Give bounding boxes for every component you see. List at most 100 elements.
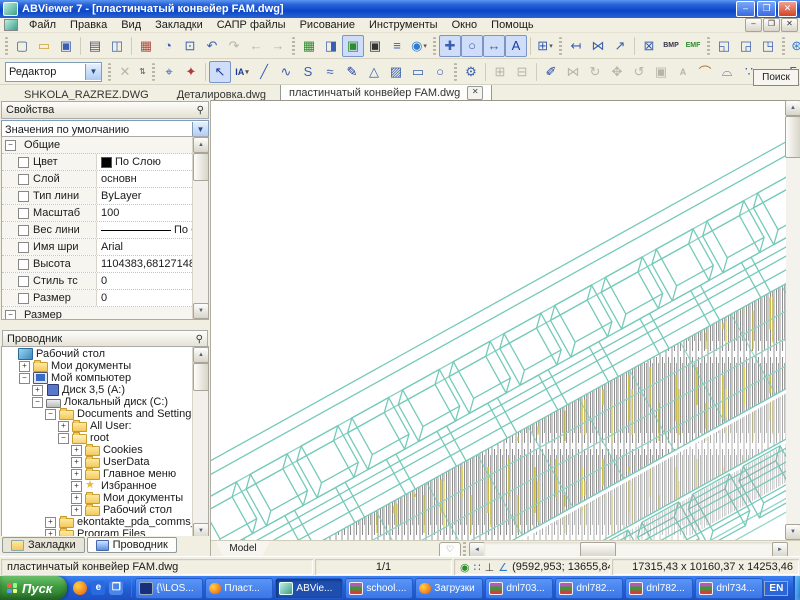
- tree-item[interactable]: − Локальный диск (C:): [2, 396, 192, 408]
- property-row[interactable]: Вес лини По Слою: [2, 222, 192, 239]
- open-file-button[interactable]: ▭: [33, 35, 55, 57]
- start-button[interactable]: Пуск: [0, 576, 67, 600]
- marker-tool-button[interactable]: ✎: [341, 61, 363, 83]
- firefox-icon[interactable]: [73, 581, 87, 595]
- tree-item[interactable]: + Диск 3,5 (A:): [2, 384, 192, 396]
- tree-expander[interactable]: +: [71, 493, 82, 504]
- tree-item[interactable]: + Мои документы: [2, 492, 192, 504]
- world-view-button[interactable]: ◉: [408, 35, 430, 57]
- task-button[interactable]: dnl782...: [555, 578, 623, 599]
- child-restore-button[interactable]: ❐: [763, 18, 780, 32]
- ellipse-tool-button[interactable]: ○: [429, 61, 451, 83]
- model-tab[interactable]: Model: [216, 541, 270, 556]
- property-row[interactable]: Цвет По Слою: [2, 154, 192, 171]
- view-color-button[interactable]: ◨: [320, 35, 342, 57]
- palette-button[interactable]: ▦: [135, 35, 157, 57]
- document-icon[interactable]: [4, 19, 18, 31]
- snap-target-button[interactable]: ⌖: [158, 61, 180, 83]
- section-expander[interactable]: [18, 208, 29, 219]
- section-expander[interactable]: [18, 242, 29, 253]
- line-tool-button[interactable]: ╱: [253, 61, 275, 83]
- tree-item[interactable]: + All User:: [2, 420, 192, 432]
- tree-item[interactable]: Рабочий стол: [2, 348, 192, 360]
- task-button[interactable]: dnl703...: [485, 578, 553, 599]
- scrollbar-thumb[interactable]: [193, 363, 209, 391]
- section-expander[interactable]: [18, 293, 29, 304]
- child-minimize-button[interactable]: –: [745, 18, 762, 32]
- menu-item[interactable]: Файл: [22, 18, 63, 32]
- property-value[interactable]: ByLayer: [97, 190, 192, 202]
- property-row[interactable]: −Общие: [2, 137, 192, 154]
- tree-item[interactable]: + Главное меню: [2, 468, 192, 480]
- tree-item[interactable]: + Мои документы: [2, 360, 192, 372]
- toolbar-handle[interactable]: [152, 63, 155, 81]
- dim-aligned-button[interactable]: ⋈: [587, 35, 609, 57]
- zoom-window-button[interactable]: ⊡: [179, 35, 201, 57]
- task-button[interactable]: Пласт...: [205, 578, 273, 599]
- export-bmp-button[interactable]: BMP: [660, 35, 682, 57]
- separator[interactable]: [131, 37, 132, 55]
- grid-icon[interactable]: ∷: [474, 561, 481, 574]
- separator[interactable]: [205, 63, 206, 81]
- property-value[interactable]: По Слою: [97, 224, 192, 236]
- task-button[interactable]: dnl734...: [695, 578, 763, 599]
- polyline-tool-button[interactable]: ∿: [275, 61, 297, 83]
- property-row[interactable]: −Размер: [2, 307, 192, 319]
- panel-tab[interactable]: Проводник: [87, 537, 177, 553]
- rect-tool-button[interactable]: ▭: [407, 61, 429, 83]
- property-row[interactable]: Высота 1104383,68127148: [2, 256, 192, 273]
- app-icon[interactable]: ❒: [109, 581, 123, 595]
- minimize-button[interactable]: –: [736, 1, 755, 17]
- tree-item[interactable]: + Cookies: [2, 444, 192, 456]
- separator[interactable]: [80, 37, 81, 55]
- tree-expander[interactable]: −: [19, 373, 30, 384]
- tree-expander[interactable]: +: [58, 421, 69, 432]
- mirror-button[interactable]: ⋈: [562, 61, 584, 83]
- search-panel-header[interactable]: Поиск: [753, 69, 799, 86]
- task-button[interactable]: Загрузки: [415, 578, 483, 599]
- separator[interactable]: [530, 37, 531, 55]
- tree-expander[interactable]: +: [71, 457, 82, 468]
- move-button[interactable]: ✥: [606, 61, 628, 83]
- polygon-tool-button[interactable]: △: [363, 61, 385, 83]
- tree-expander[interactable]: +: [71, 481, 82, 492]
- properties-scrollbar[interactable]: ▲ ▼: [192, 137, 208, 319]
- save-button[interactable]: ▣: [55, 35, 77, 57]
- toolbar-handle[interactable]: [108, 63, 111, 81]
- section-expander[interactable]: [18, 225, 29, 236]
- toolbar-handle[interactable]: [559, 37, 562, 55]
- rotate-button[interactable]: ↻: [584, 61, 606, 83]
- property-value[interactable]: По Слою: [97, 156, 192, 168]
- export-emf-button[interactable]: EMF: [682, 35, 704, 57]
- rotate-view-3-button[interactable]: ◳: [757, 35, 779, 57]
- separator[interactable]: [485, 63, 486, 81]
- select-region-button[interactable]: ⊠: [638, 35, 660, 57]
- property-row[interactable]: Тип лини ByLayer: [2, 188, 192, 205]
- sketch-tool-button[interactable]: ≈: [319, 61, 341, 83]
- wrench-icon[interactable]: ⚙: [460, 61, 482, 83]
- select-cursor-button[interactable]: ↖: [209, 61, 231, 83]
- close-button[interactable]: ✕: [778, 1, 797, 17]
- tree-expander[interactable]: +: [32, 385, 43, 396]
- toolbar-handle[interactable]: [292, 37, 295, 55]
- rotate-view-2-button[interactable]: ◲: [735, 35, 757, 57]
- property-row[interactable]: Стиль тс 0: [2, 273, 192, 290]
- tree-item[interactable]: − Documents and Settings: [2, 408, 192, 420]
- panel-tab[interactable]: Закладки: [2, 537, 85, 553]
- arc-tool-button[interactable]: ⌒: [694, 61, 716, 83]
- menu-item[interactable]: Вид: [114, 18, 148, 32]
- print-preview-button[interactable]: ◫: [106, 35, 128, 57]
- tree-expander[interactable]: [6, 350, 15, 359]
- image-button[interactable]: ▣: [650, 61, 672, 83]
- separator[interactable]: [536, 63, 537, 81]
- separator[interactable]: [634, 37, 635, 55]
- tree-item[interactable]: − root: [2, 432, 192, 444]
- toolbar-handle[interactable]: [433, 37, 436, 55]
- dim-linear-button[interactable]: ↤: [565, 35, 587, 57]
- section-expander[interactable]: [18, 174, 29, 185]
- menu-item[interactable]: Закладки: [148, 18, 210, 32]
- edit-entity-button[interactable]: ✐: [540, 61, 562, 83]
- measure-button[interactable]: ↔: [483, 35, 505, 57]
- delete-button[interactable]: ✕: [114, 61, 136, 83]
- print-button[interactable]: ▤: [84, 35, 106, 57]
